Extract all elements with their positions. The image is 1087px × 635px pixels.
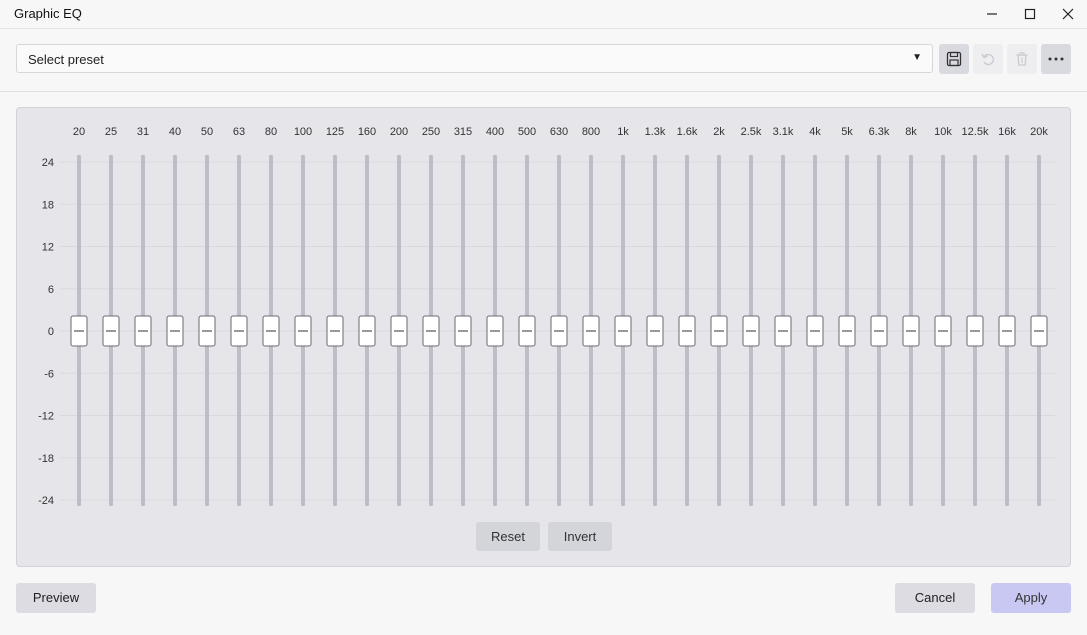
band-frequency-label: 315 — [454, 126, 472, 138]
band-frequency-label: 500 — [518, 126, 536, 138]
db-tick-label: 12 — [42, 242, 54, 254]
eq-slider-thumb-315[interactable] — [454, 315, 472, 347]
band-frequency-label: 3.1k — [773, 126, 794, 138]
db-tick-label: -6 — [44, 368, 54, 380]
band-frequency-label: 125 — [326, 126, 344, 138]
band-frequency-label: 8k — [905, 126, 917, 138]
db-tick-label: 6 — [48, 284, 54, 296]
band-frequency-label: 2.5k — [741, 126, 762, 138]
apply-button[interactable]: Apply — [991, 583, 1071, 613]
band-frequency-label: 2k — [713, 126, 725, 138]
eq-slider-thumb-3.1k[interactable] — [774, 315, 792, 347]
invert-button[interactable]: Invert — [548, 522, 612, 551]
eq-sliders-area: 24 18 12 6 0 -6 -12 -18 -24 20 25 31 40 50 63 80 100 125 1… — [38, 126, 1055, 507]
eq-slider-thumb-25[interactable] — [102, 315, 120, 347]
eq-slider-thumb-2.5k[interactable] — [742, 315, 760, 347]
eq-slider-thumb-12.5k[interactable] — [966, 315, 984, 347]
band-frequency-label: 6.3k — [869, 126, 890, 138]
eq-slider-thumb-1.6k[interactable] — [678, 315, 696, 347]
band-frequency-label: 4k — [809, 126, 821, 138]
eq-slider-thumb-6.3k[interactable] — [870, 315, 888, 347]
band-frequency-label: 1k — [617, 126, 629, 138]
reset-button[interactable]: Reset — [476, 522, 540, 551]
band-frequency-label: 16k — [998, 126, 1016, 138]
preview-button[interactable]: Preview — [16, 583, 96, 613]
eq-slider-thumb-40[interactable] — [166, 315, 184, 347]
band-frequency-label: 40 — [169, 126, 181, 138]
band-frequency-label: 50 — [201, 126, 213, 138]
band-frequency-label: 31 — [137, 126, 149, 138]
db-tick-label: 18 — [42, 199, 54, 211]
band-frequency-label: 25 — [105, 126, 117, 138]
band-frequency-label: 20k — [1030, 126, 1048, 138]
band-frequency-label: 200 — [390, 126, 408, 138]
band-frequency-label: 400 — [486, 126, 504, 138]
band-frequency-label: 20 — [73, 126, 85, 138]
band-frequency-label: 630 — [550, 126, 568, 138]
db-tick-label: -24 — [38, 495, 54, 507]
eq-slider-thumb-630[interactable] — [550, 315, 568, 347]
eq-slider-thumb-20k[interactable] — [1030, 315, 1048, 347]
db-tick-label: 24 — [42, 157, 54, 169]
eq-slider-thumb-4k[interactable] — [806, 315, 824, 347]
db-tick-label: 0 — [48, 326, 54, 338]
eq-slider-thumb-80[interactable] — [262, 315, 280, 347]
eq-slider-thumb-2k[interactable] — [710, 315, 728, 347]
eq-slider-thumb-50[interactable] — [198, 315, 216, 347]
band-frequency-label: 160 — [358, 126, 376, 138]
eq-slider-thumb-400[interactable] — [486, 315, 504, 347]
eq-slider-thumb-250[interactable] — [422, 315, 440, 347]
band-frequency-label: 10k — [934, 126, 952, 138]
eq-slider-thumb-1k[interactable] — [614, 315, 632, 347]
band-frequency-label: 1.6k — [677, 126, 698, 138]
eq-slider-thumb-500[interactable] — [518, 315, 536, 347]
band-frequency-label: 5k — [841, 126, 853, 138]
eq-slider-thumb-1.3k[interactable] — [646, 315, 664, 347]
band-frequency-label: 800 — [582, 126, 600, 138]
eq-slider-thumb-8k[interactable] — [902, 315, 920, 347]
band-frequency-label: 12.5k — [962, 126, 989, 138]
eq-slider-thumb-10k[interactable] — [934, 315, 952, 347]
eq-slider-thumb-200[interactable] — [390, 315, 408, 347]
eq-slider-thumb-20[interactable] — [70, 315, 88, 347]
band-frequency-label: 80 — [265, 126, 277, 138]
eq-slider-thumb-100[interactable] — [294, 315, 312, 347]
eq-slider-thumb-125[interactable] — [326, 315, 344, 347]
cancel-button[interactable]: Cancel — [895, 583, 975, 613]
eq-slider-thumb-31[interactable] — [134, 315, 152, 347]
band-frequency-label: 250 — [422, 126, 440, 138]
db-tick-label: -12 — [38, 411, 54, 423]
db-tick-label: -18 — [38, 453, 54, 465]
band-frequency-label: 1.3k — [645, 126, 666, 138]
band-frequency-label: 63 — [233, 126, 245, 138]
eq-slider-thumb-63[interactable] — [230, 315, 248, 347]
band-frequency-label: 100 — [294, 126, 312, 138]
eq-slider-thumb-160[interactable] — [358, 315, 376, 347]
eq-slider-thumb-16k[interactable] — [998, 315, 1016, 347]
eq-slider-thumb-800[interactable] — [582, 315, 600, 347]
eq-slider-thumb-5k[interactable] — [838, 315, 856, 347]
